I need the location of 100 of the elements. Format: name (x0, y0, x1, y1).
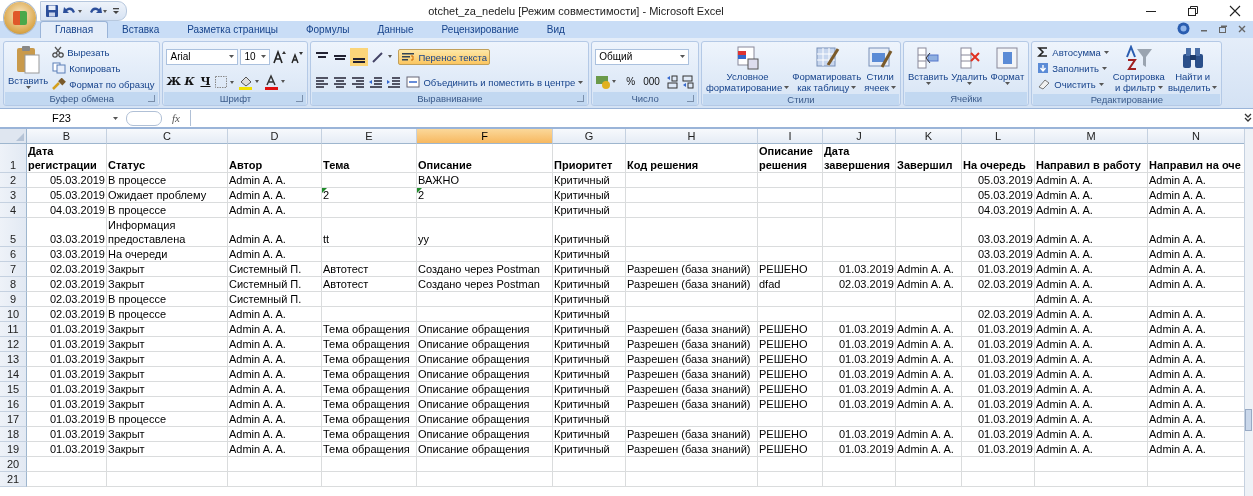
save-icon[interactable] (45, 3, 59, 18)
row-header[interactable]: 19 (0, 442, 27, 457)
table-cell: Тема обращения (322, 427, 417, 442)
table-cell: 02.03.2019 (823, 277, 896, 292)
table-cell: Admin A. A. (228, 337, 322, 352)
row-header[interactable]: 2 (0, 173, 27, 188)
scrollbar-thumb[interactable] (1245, 409, 1252, 431)
ribbon-button[interactable]: Удалить (950, 44, 989, 86)
close-icon[interactable] (1229, 4, 1241, 17)
paste-button[interactable]: Вставить (7, 44, 50, 90)
table-cell: Описание обращения (417, 397, 553, 412)
merge-button[interactable]: Объединить и поместить в центре (404, 75, 586, 89)
font-name-field[interactable]: Arial (166, 48, 239, 65)
ribbon-button[interactable]: Условное форматирование (704, 44, 791, 94)
percent-button[interactable]: % (623, 76, 639, 87)
name-box[interactable]: F23 (4, 112, 122, 124)
row-header[interactable]: 12 (0, 337, 27, 352)
ribbon-button[interactable]: Автосумма (1035, 45, 1111, 59)
decrease-indent-icon[interactable] (368, 74, 385, 90)
row-header[interactable]: 20 (0, 457, 27, 472)
column-header[interactable]: D (228, 129, 322, 144)
row-header[interactable]: 17 (0, 412, 27, 427)
row-header[interactable]: 11 (0, 322, 27, 337)
row-header[interactable]: 14 (0, 367, 27, 382)
table-cell: Критичный (553, 427, 626, 442)
row-header[interactable]: 18 (0, 427, 27, 442)
ribbon-tab[interactable]: Данные (363, 22, 428, 38)
column-header[interactable]: I (758, 129, 823, 144)
table-cell: РЕШЕНО (758, 367, 823, 382)
ribbon-tab[interactable]: Разметка страницы (173, 22, 292, 38)
row-header[interactable]: 21 (0, 472, 27, 487)
table-cell: 03.03.2019 (27, 247, 107, 262)
help-icon[interactable] (1177, 22, 1190, 35)
ribbon-button[interactable]: Заполнить (1035, 61, 1111, 75)
ribbon-button[interactable]: Формат (989, 44, 1026, 86)
underline-button[interactable]: Ч (198, 75, 213, 88)
column-header[interactable]: K (896, 129, 962, 144)
row-header[interactable]: 6 (0, 247, 27, 262)
restore-icon[interactable] (1187, 4, 1199, 17)
number-format-field[interactable]: Общий (595, 48, 690, 65)
splitter-handle[interactable] (126, 110, 162, 126)
row-header[interactable]: 13 (0, 352, 27, 367)
row-header[interactable]: 3 (0, 188, 27, 203)
row-header[interactable]: 15 (0, 382, 27, 397)
ribbon-button[interactable]: Очистить (1035, 77, 1111, 91)
table-cell: Создано через Postman (417, 277, 553, 292)
wrap-text-button[interactable]: Перенос текста (398, 49, 491, 65)
align-center-icon[interactable] (332, 74, 349, 90)
align-right-icon[interactable] (350, 74, 367, 90)
column-header[interactable]: F (417, 129, 553, 144)
row-header[interactable]: 16 (0, 397, 27, 412)
column-header[interactable]: M (1035, 129, 1148, 144)
table-cell: 01.03.2019 (962, 427, 1035, 442)
italic-button[interactable]: К (182, 75, 197, 88)
increase-decimal-icon[interactable] (664, 73, 679, 90)
office-button[interactable] (4, 2, 36, 34)
table-cell: 01.03.2019 (27, 397, 107, 412)
column-header[interactable]: L (962, 129, 1035, 144)
table-cell: Закрыт (107, 337, 228, 352)
expand-icon[interactable] (1243, 112, 1253, 124)
table-cell: Разрешен (база знаний) (626, 352, 758, 367)
ribbon-tab[interactable]: Формулы (291, 22, 364, 38)
column-header[interactable]: H (626, 129, 758, 144)
ribbon-tab[interactable]: Рецензирование (427, 22, 533, 38)
font-size-field[interactable]: 10 (240, 48, 271, 65)
row-header[interactable]: 9 (0, 292, 27, 307)
thousands-button[interactable]: 000 (640, 76, 663, 87)
ribbon-button[interactable]: Вырезать (50, 45, 157, 59)
increase-indent-icon[interactable] (386, 74, 403, 90)
row-header[interactable]: 7 (0, 262, 27, 277)
table-cell: Admin A. A. (896, 367, 962, 382)
grow-font-icon[interactable] (272, 48, 289, 65)
ribbon-button[interactable]: Сортировка и фильтр (1111, 44, 1166, 94)
ribbon-tab[interactable]: Вставка (108, 22, 174, 38)
ribbon-button[interactable]: Формат по образцу (50, 77, 157, 91)
column-header[interactable]: B (27, 129, 107, 144)
table-cell: Закрыт (107, 352, 228, 367)
ribbon-tab[interactable]: Главная (40, 21, 109, 38)
ribbon-button[interactable]: Найти и выделить (1166, 44, 1219, 94)
function-button[interactable]: fx (166, 112, 186, 124)
column-header[interactable]: C (107, 129, 228, 144)
row-header[interactable]: 4 (0, 203, 27, 218)
row-header[interactable]: 5 (0, 218, 27, 247)
borders-icon[interactable] (214, 74, 237, 89)
row-header[interactable]: 10 (0, 307, 27, 322)
column-header[interactable]: J (823, 129, 896, 144)
ribbon-tab[interactable]: Вид (532, 22, 579, 38)
align-bottom-icon[interactable] (350, 48, 369, 66)
align-left-icon[interactable] (314, 74, 331, 90)
bold-button[interactable]: Ж (166, 75, 181, 88)
table-cell: 01.03.2019 (962, 397, 1035, 412)
ribbon-button[interactable]: Копировать (50, 61, 157, 75)
decrease-decimal-icon[interactable] (680, 73, 695, 90)
row-header[interactable]: 8 (0, 277, 27, 292)
row-header[interactable]: 1 (0, 144, 27, 173)
column-header[interactable]: G (553, 129, 626, 144)
table-cell: Admin A. A. (896, 277, 962, 292)
ribbon-button[interactable]: Стили ячеек (863, 44, 897, 94)
ribbon-button[interactable]: Вставить (907, 44, 950, 86)
ribbon-button[interactable]: Форматировать как таблицу (791, 44, 863, 94)
